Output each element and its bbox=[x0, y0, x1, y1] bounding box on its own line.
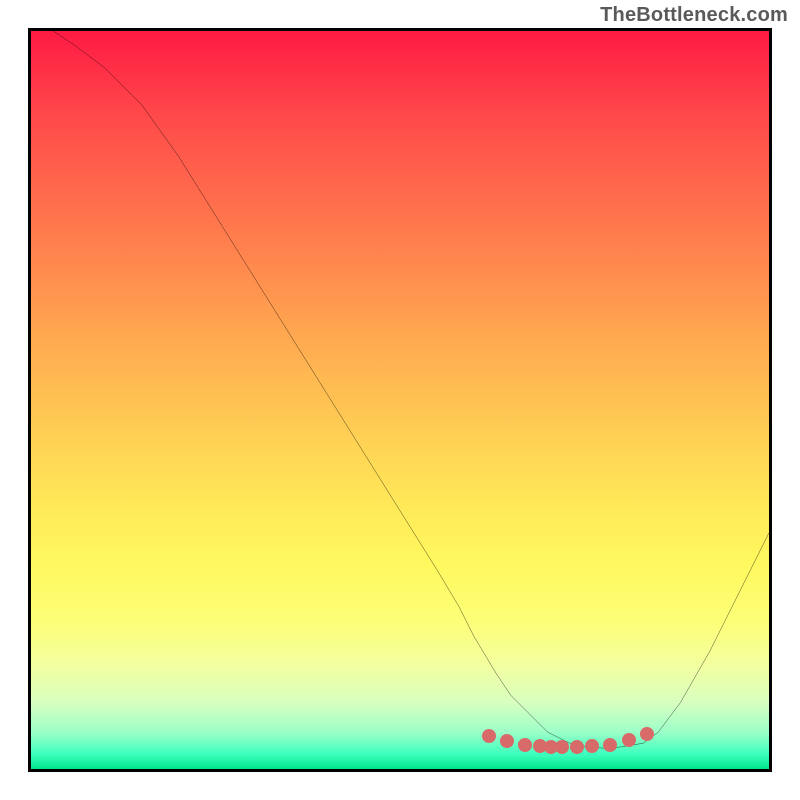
marker-point bbox=[555, 740, 569, 754]
watermark-label: TheBottleneck.com bbox=[600, 4, 788, 27]
marker-point bbox=[500, 734, 514, 748]
marker-point bbox=[622, 733, 636, 747]
marker-point bbox=[585, 739, 599, 753]
plot-area bbox=[28, 28, 772, 772]
marker-point bbox=[570, 740, 584, 754]
marker-point bbox=[603, 738, 617, 752]
root: TheBottleneck.com bbox=[0, 0, 800, 800]
marker-point bbox=[482, 729, 496, 743]
marker-group bbox=[31, 31, 769, 769]
marker-point bbox=[640, 727, 654, 741]
marker-point bbox=[518, 738, 532, 752]
